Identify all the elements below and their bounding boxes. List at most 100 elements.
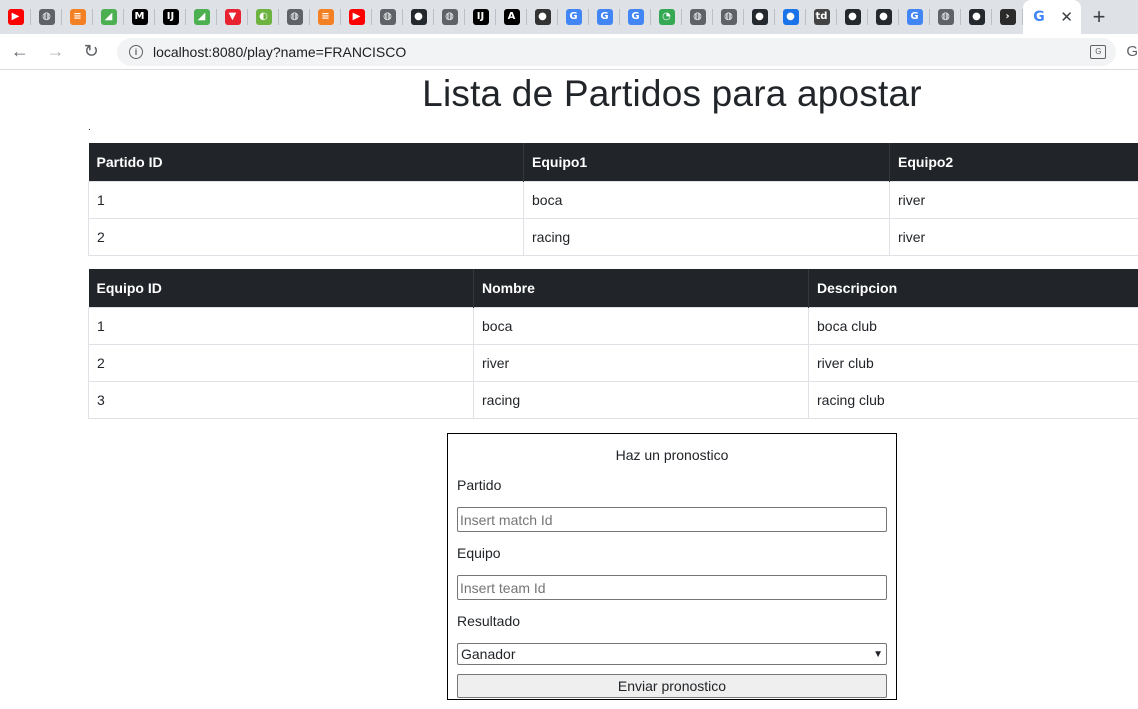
column-header: Equipo ID — [88, 269, 474, 307]
globe-icon: ◍ — [38, 9, 55, 25]
result-selected-value: Ganador — [461, 646, 516, 662]
address-bar[interactable]: i localhost:8080/play?name=FRANCISCO G — [116, 37, 1117, 66]
terminal-icon: › — [999, 9, 1016, 25]
browser-tab[interactable]: ● — [403, 0, 434, 34]
browser-tab[interactable]: ● — [744, 0, 775, 34]
browser-tab[interactable]: ▶ — [0, 0, 31, 34]
table-cell: boca club — [808, 306, 1138, 345]
team-id-input[interactable] — [457, 575, 887, 600]
browser-tab[interactable]: ◍ — [713, 0, 744, 34]
medium-icon: M — [131, 9, 148, 25]
table-header-row: Equipo ID Nombre Descripcion — [88, 269, 1138, 307]
browser-toolbar: ← → ↻ i localhost:8080/play?name=FRANCIS… — [0, 34, 1138, 70]
table-cell: racing — [473, 380, 809, 419]
back-button[interactable]: ← — [4, 36, 36, 68]
url-text[interactable]: localhost:8080/play?name=FRANCISCO — [153, 44, 406, 60]
table-cell: 3 — [88, 380, 474, 419]
result-label: Resultado — [457, 613, 521, 629]
browser-tab[interactable]: ≡ — [62, 0, 93, 34]
github-icon: ● — [968, 9, 985, 25]
table-row: 2 racing river — [88, 217, 1138, 256]
browser-tab[interactable]: ● — [527, 0, 558, 34]
browser-tab[interactable]: ◍ — [682, 0, 713, 34]
github-icon: ● — [844, 9, 861, 25]
close-tab-icon[interactable]: ✕ — [1060, 8, 1073, 26]
browser-tab[interactable]: ● — [775, 0, 806, 34]
active-tab[interactable]: G ✕ — [1023, 0, 1081, 34]
translate-icon[interactable]: G — [1090, 44, 1107, 59]
browser-tab[interactable]: ▼ — [217, 0, 248, 34]
browser-tab[interactable]: ● — [868, 0, 899, 34]
page-title: Lista de Partidos para apostar — [422, 73, 922, 114]
account-icon[interactable]: G — [1126, 43, 1138, 60]
vue-icon: ▼ — [224, 9, 241, 25]
browser-tab[interactable]: ▶ — [341, 0, 372, 34]
browser-tab[interactable]: ● — [837, 0, 868, 34]
browser-tab[interactable]: ◍ — [434, 0, 465, 34]
google-icon: G — [627, 9, 644, 25]
github-icon: ● — [410, 9, 427, 25]
browser-tab[interactable]: M — [124, 0, 155, 34]
browser-tab[interactable]: G — [589, 0, 620, 34]
table-cell: river — [889, 180, 1138, 219]
browser-tab[interactable]: ◍ — [930, 0, 961, 34]
browser-tab[interactable]: G — [620, 0, 651, 34]
browser-tab[interactable]: ◍ — [372, 0, 403, 34]
submit-button[interactable]: Enviar pronostico — [457, 674, 887, 698]
globe-icon: ◍ — [441, 9, 458, 25]
intellij-icon: IJ — [162, 9, 179, 25]
globe-icon: ◍ — [689, 9, 706, 25]
browser-tab[interactable]: ◢ — [186, 0, 217, 34]
table-cell: 2 — [88, 217, 524, 256]
browser-tab[interactable]: ◍ — [31, 0, 62, 34]
browser-tab[interactable]: IJ — [155, 0, 186, 34]
column-header: Descripcion — [808, 269, 1138, 307]
browser-tab[interactable]: ● — [961, 0, 992, 34]
youtube-icon: ▶ — [7, 9, 24, 25]
github-icon: ● — [751, 9, 768, 25]
ide-icon: A — [503, 9, 520, 25]
browser-tab[interactable]: ◔ — [651, 0, 682, 34]
browser-tab[interactable]: A — [496, 0, 527, 34]
leaf-icon: ◢ — [100, 9, 117, 25]
team-label: Equipo — [457, 545, 501, 561]
match-id-input[interactable] — [457, 507, 887, 532]
browser-tab[interactable]: td — [806, 0, 837, 34]
leaf-icon: ◢ — [193, 9, 210, 25]
google-icon: G — [565, 9, 582, 25]
globe-icon: ◍ — [937, 9, 954, 25]
page-content: Lista de Partidos para apostar . Partido… — [0, 70, 1138, 709]
google-icon: G — [596, 9, 613, 25]
table-row: 1 boca boca club — [88, 306, 1138, 345]
github-icon: ● — [875, 9, 892, 25]
table-cell: racing — [523, 217, 890, 256]
browser-tab[interactable]: ≡ — [310, 0, 341, 34]
column-header: Partido ID — [88, 143, 524, 181]
browser-tab[interactable]: ◍ — [279, 0, 310, 34]
reload-button[interactable]: ↻ — [75, 36, 107, 68]
teams-table: Equipo ID Nombre Descripcion 1 boca boca… — [88, 269, 1138, 419]
match-label: Partido — [457, 477, 502, 493]
browser-tab[interactable]: › — [992, 0, 1023, 34]
youtube-icon: ▶ — [348, 9, 365, 25]
result-select[interactable]: Ganador ▼ — [457, 643, 887, 665]
browser-tab[interactable]: ◢ — [93, 0, 124, 34]
browser-tab[interactable]: G — [899, 0, 930, 34]
column-header: Equipo2 — [889, 143, 1138, 181]
table-row: 3 racing racing club — [88, 380, 1138, 419]
browser-tab[interactable]: ◐ — [248, 0, 279, 34]
stray-dot: . — [88, 122, 91, 133]
column-header: Nombre — [473, 269, 809, 307]
chevron-down-icon: ▼ — [873, 648, 883, 660]
browser-tab[interactable]: G — [558, 0, 589, 34]
table-header-row: Partido ID Equipo1 Equipo2 — [88, 143, 1138, 181]
site-info-icon[interactable]: i — [128, 44, 143, 59]
spring-icon: ◐ — [255, 9, 272, 25]
form-title: Haz un pronostico — [615, 447, 729, 463]
table-row: 1 boca river — [88, 180, 1138, 219]
intellij-icon: IJ — [472, 9, 489, 25]
forward-button[interactable]: → — [40, 36, 72, 68]
new-tab-button[interactable]: + — [1081, 0, 1117, 34]
globe-icon: ◍ — [720, 9, 737, 25]
browser-tab[interactable]: IJ — [465, 0, 496, 34]
